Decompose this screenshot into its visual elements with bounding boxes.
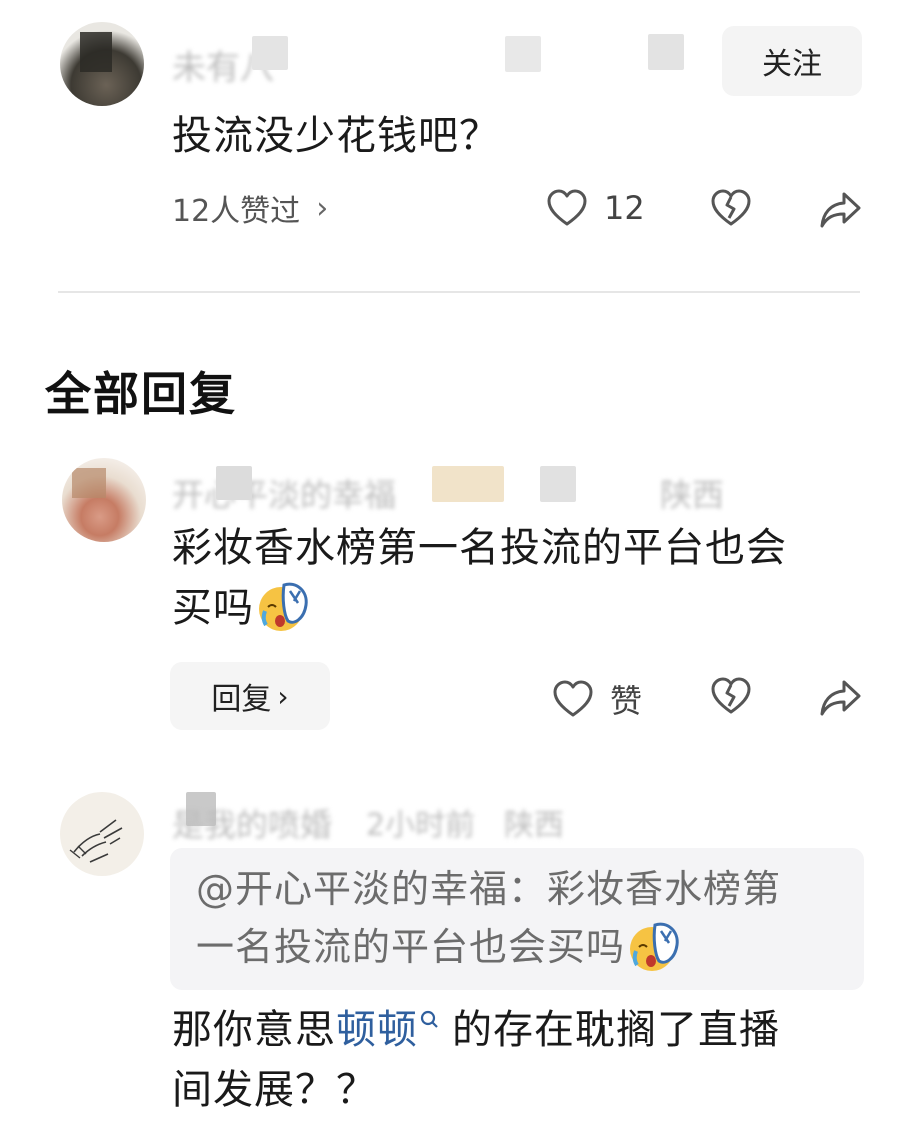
likes-summary[interactable]: 12人赞过 › [172, 186, 328, 230]
reply-button-label: 回复 [211, 682, 272, 717]
avatar[interactable] [60, 22, 144, 106]
divider [58, 291, 860, 293]
timestamp: 2小时前 [366, 808, 476, 843]
quote-line-1: @开心平淡的幸福：彩妆香水榜第 [196, 867, 782, 911]
quoted-comment[interactable]: @开心平淡的幸福：彩妆香水榜第 一名投流的平台也会买吗 [170, 848, 864, 990]
comment-line-2: 间发展？？ [172, 1067, 377, 1113]
reply-button[interactable]: 回复 › [170, 662, 330, 730]
quote-line-2: 一名投流的平台也会买吗 [196, 918, 838, 979]
like-count: 12 [604, 189, 645, 227]
comment-line-1: 彩妆香水榜第一名投流的平台也会 [172, 525, 787, 571]
section-title: 全部回复 [45, 367, 237, 421]
avatar[interactable] [60, 792, 144, 876]
likes-summary-label: 12人赞过 [172, 194, 301, 229]
comment-text-part-2: 的存在耽搁了直播 [452, 1007, 780, 1053]
share-arrow-icon [820, 680, 861, 716]
comment-text: 投流没少花钱吧？ [172, 113, 500, 159]
share-button[interactable] [818, 190, 862, 230]
username[interactable]: 开心平淡的幸福 [172, 470, 396, 516]
like-label: 赞 [610, 682, 643, 720]
quote-line-2-text: 一名投流的平台也会买吗 [196, 925, 626, 969]
comment-text: 那你意思顿顿 的存在耽搁了直播 间发展？？ [172, 1000, 780, 1120]
location: 陕西 [504, 808, 564, 843]
location: 陕西 [660, 476, 725, 514]
broken-heart-icon [711, 677, 751, 714]
comment-text: 彩妆香水榜第一名投流的平台也会 买吗 [172, 518, 787, 639]
username[interactable]: 是我的喷婚 [172, 800, 332, 846]
avatar[interactable] [62, 458, 146, 542]
dislike-button[interactable] [710, 188, 752, 228]
share-button[interactable] [818, 678, 862, 718]
heart-icon [553, 680, 593, 717]
comment-line-1: 那你意思顿顿 的存在耽搁了直播 [172, 1000, 780, 1060]
comment-line-2: 买吗 [172, 578, 787, 639]
like-button[interactable]: 赞 [552, 676, 642, 722]
broken-heart-icon [711, 189, 751, 226]
like-button[interactable]: 12 [546, 188, 645, 228]
chevron-right-icon: › [316, 190, 329, 226]
heart-icon [547, 189, 587, 226]
crying-sandal-emoji [259, 582, 308, 631]
crying-sandal-emoji [630, 922, 679, 971]
chevron-right-icon: › [277, 679, 289, 713]
comment-line-2-text: 买吗 [172, 585, 254, 631]
share-arrow-icon [820, 192, 861, 228]
search-icon[interactable] [420, 1010, 440, 1032]
comment-text-part-1: 那你意思 [172, 1007, 336, 1053]
search-link[interactable]: 顿顿 [336, 1007, 440, 1053]
dislike-button[interactable] [710, 676, 752, 716]
follow-button[interactable]: 关注 [722, 26, 862, 96]
search-link-text[interactable]: 顿顿 [336, 1007, 418, 1053]
